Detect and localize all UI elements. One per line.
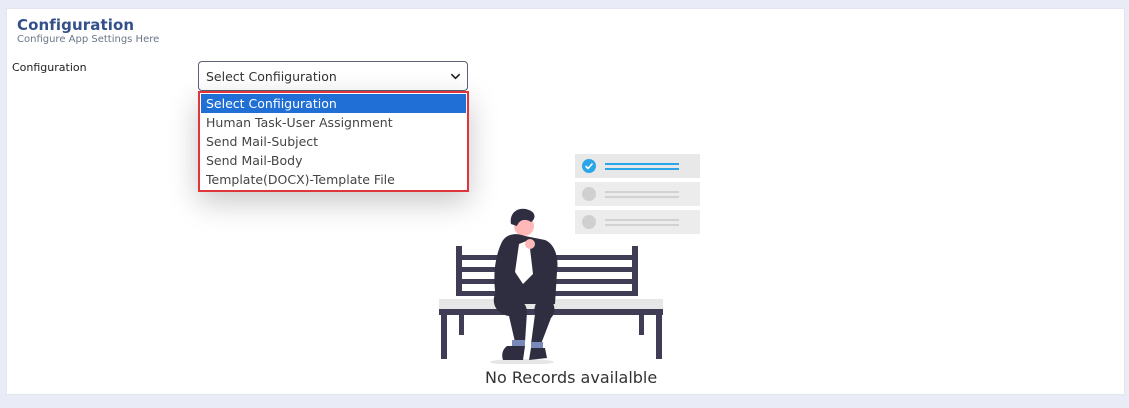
- check-circle-icon: [582, 159, 596, 173]
- empty-state-illustration: [439, 154, 700, 364]
- checklist-illustration: [575, 154, 700, 234]
- select-value: Select Confiiguration: [206, 69, 337, 84]
- page-subtitle: Configure App Settings Here: [17, 34, 160, 45]
- configuration-select[interactable]: Select Confiiguration: [198, 61, 468, 91]
- configuration-label: Configuration: [12, 61, 87, 74]
- configuration-panel: Configuration Configure App Settings Her…: [6, 8, 1125, 395]
- page-title: Configuration: [17, 16, 135, 34]
- option-human-task-user-assignment[interactable]: Human Task-User Assignment: [201, 113, 466, 132]
- chevron-down-icon: [451, 73, 460, 80]
- empty-state-message: No Records availalble: [485, 368, 658, 387]
- option-select-configuration[interactable]: Select Confiiguration: [201, 94, 466, 113]
- option-send-mail-subject[interactable]: Send Mail-Subject: [201, 132, 466, 151]
- person-illustration: [490, 208, 558, 364]
